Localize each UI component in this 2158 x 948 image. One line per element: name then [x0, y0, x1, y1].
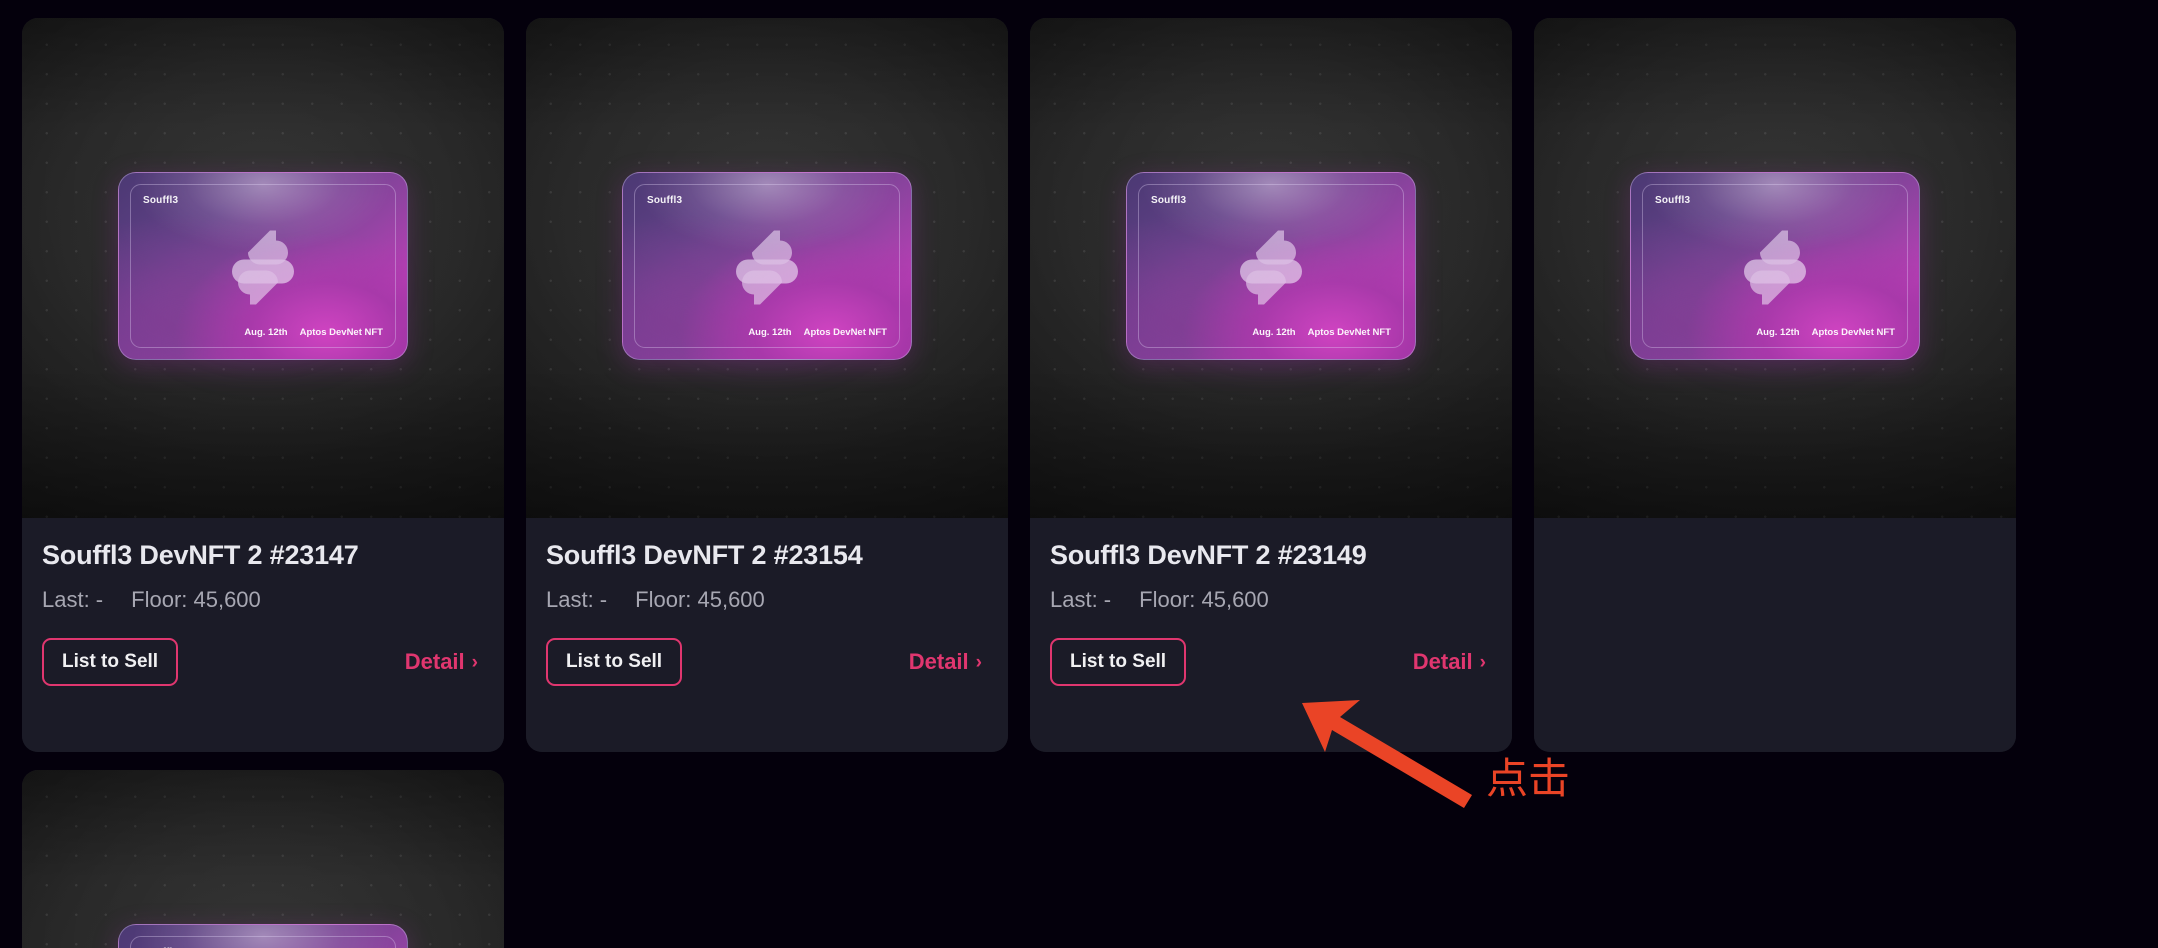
artwork-card: Souffl3 Aug. 12th Aptos DevNet NFT	[118, 924, 408, 948]
page-root: Souffl3 Aug. 12th Aptos DevNet NFT Souff…	[0, 0, 2158, 948]
nft-title: Souffl3 DevNFT 2 #23149	[1050, 540, 1367, 570]
artwork-network-label: Aptos DevNet NFT	[803, 327, 887, 338]
nft-art-area[interactable]: Souffl3 Aug. 12th Aptos DevNet NFT	[22, 18, 504, 518]
artwork-network-label: Aptos DevNet NFT	[1811, 327, 1895, 338]
nft-last-price: Last: -	[42, 587, 104, 613]
nft-artwork: Souffl3 Aug. 12th Aptos DevNet NFT	[588, 144, 946, 398]
artwork-network-label: Aptos DevNet NFT	[1307, 327, 1391, 338]
nft-title: Souffl3 DevNFT 2 #23154	[546, 540, 863, 570]
list-to-sell-button[interactable]: List to Sell	[42, 638, 179, 687]
nft-title: Souffl3 DevNFT 2 #23147	[42, 540, 359, 570]
detail-link-label: Detail	[1412, 649, 1473, 675]
nft-floor-price: Floor: 45,600	[635, 587, 765, 613]
detail-link[interactable]: Detail ›	[405, 649, 484, 675]
detail-link-label: Detail	[404, 649, 465, 675]
nft-card[interactable]: Souffl3 Aug. 12th Aptos DevNet NFT	[22, 770, 504, 948]
detail-link[interactable]: Detail ›	[909, 649, 988, 675]
chevron-right-icon: ›	[1479, 651, 1486, 673]
souffl3-logo-icon	[1240, 230, 1302, 305]
artwork-brand-label: Souffl3	[1151, 195, 1187, 206]
detail-link-label: Detail	[908, 649, 969, 675]
list-to-sell-button[interactable]: List to Sell	[546, 638, 683, 687]
nft-card[interactable]: Souffl3 Aug. 12th Aptos DevNet NFT	[526, 18, 1008, 752]
nft-stats: Last: - Floor: 45,600	[546, 587, 988, 613]
nft-card[interactable]: Souffl3 Aug. 12th Aptos DevNet NFT	[22, 18, 504, 752]
nft-info-area	[1534, 518, 2016, 752]
artwork-footer: Aug. 12th Aptos DevNet NFT	[244, 327, 383, 338]
nft-actions: List to Sell Detail ›	[546, 638, 988, 687]
souffl3-logo-icon	[1744, 230, 1806, 305]
artwork-card: Souffl3 Aug. 12th Aptos DevNet NFT	[622, 172, 912, 360]
artwork-date-label: Aug. 12th	[244, 327, 288, 338]
nft-actions: List to Sell Detail ›	[42, 638, 484, 687]
nft-actions: List to Sell Detail ›	[1050, 638, 1492, 687]
nft-artwork: Souffl3 Aug. 12th Aptos DevNet NFT	[1596, 144, 1954, 398]
nft-art-area[interactable]: Souffl3 Aug. 12th Aptos DevNet NFT	[526, 18, 1008, 518]
artwork-card: Souffl3 Aug. 12th Aptos DevNet NFT	[1126, 172, 1416, 360]
nft-info-area: Souffl3 DevNFT 2 #23149 Last: - Floor: 4…	[1030, 518, 1512, 752]
nft-stats: Last: - Floor: 45,600	[42, 587, 484, 613]
artwork-date-label: Aug. 12th	[748, 327, 792, 338]
nft-card[interactable]: Souffl3 Aug. 12th Aptos DevNet NFT	[1534, 18, 2016, 752]
nft-last-price: Last: -	[546, 587, 608, 613]
nft-card-grid: Souffl3 Aug. 12th Aptos DevNet NFT Souff…	[22, 18, 2142, 948]
nft-artwork: Souffl3 Aug. 12th Aptos DevNet NFT	[84, 144, 442, 398]
nft-floor-price: Floor: 45,600	[1139, 587, 1269, 613]
nft-info-area: Souffl3 DevNFT 2 #23147 Last: - Floor: 4…	[22, 518, 504, 752]
artwork-brand-label: Souffl3	[647, 195, 683, 206]
artwork-footer: Aug. 12th Aptos DevNet NFT	[1252, 327, 1391, 338]
artwork-brand-label: Souffl3	[1655, 195, 1691, 206]
nft-artwork: Souffl3 Aug. 12th Aptos DevNet NFT	[84, 896, 442, 948]
artwork-card: Souffl3 Aug. 12th Aptos DevNet NFT	[118, 172, 408, 360]
souffl3-logo-icon	[232, 230, 294, 305]
nft-art-area[interactable]: Souffl3 Aug. 12th Aptos DevNet NFT	[1534, 18, 2016, 518]
artwork-footer: Aug. 12th Aptos DevNet NFT	[1756, 327, 1895, 338]
artwork-date-label: Aug. 12th	[1756, 327, 1800, 338]
artwork-footer: Aug. 12th Aptos DevNet NFT	[748, 327, 887, 338]
nft-last-price: Last: -	[1050, 587, 1112, 613]
nft-artwork: Souffl3 Aug. 12th Aptos DevNet NFT	[1092, 144, 1450, 398]
souffl3-logo-icon	[736, 230, 798, 305]
artwork-brand-label: Souffl3	[143, 195, 179, 206]
artwork-date-label: Aug. 12th	[1252, 327, 1296, 338]
artwork-network-label: Aptos DevNet NFT	[299, 327, 383, 338]
chevron-right-icon: ›	[471, 651, 478, 673]
nft-info-area: Souffl3 DevNFT 2 #23154 Last: - Floor: 4…	[526, 518, 1008, 752]
nft-card[interactable]: Souffl3 Aug. 12th Aptos DevNet NFT	[1030, 18, 1512, 752]
detail-link[interactable]: Detail ›	[1413, 649, 1492, 675]
nft-art-area[interactable]: Souffl3 Aug. 12th Aptos DevNet NFT	[1030, 18, 1512, 518]
artwork-card: Souffl3 Aug. 12th Aptos DevNet NFT	[1630, 172, 1920, 360]
nft-art-area[interactable]: Souffl3 Aug. 12th Aptos DevNet NFT	[22, 770, 504, 948]
nft-floor-price: Floor: 45,600	[131, 587, 261, 613]
chevron-right-icon: ›	[975, 651, 982, 673]
list-to-sell-button[interactable]: List to Sell	[1050, 638, 1187, 687]
nft-stats: Last: - Floor: 45,600	[1050, 587, 1492, 613]
